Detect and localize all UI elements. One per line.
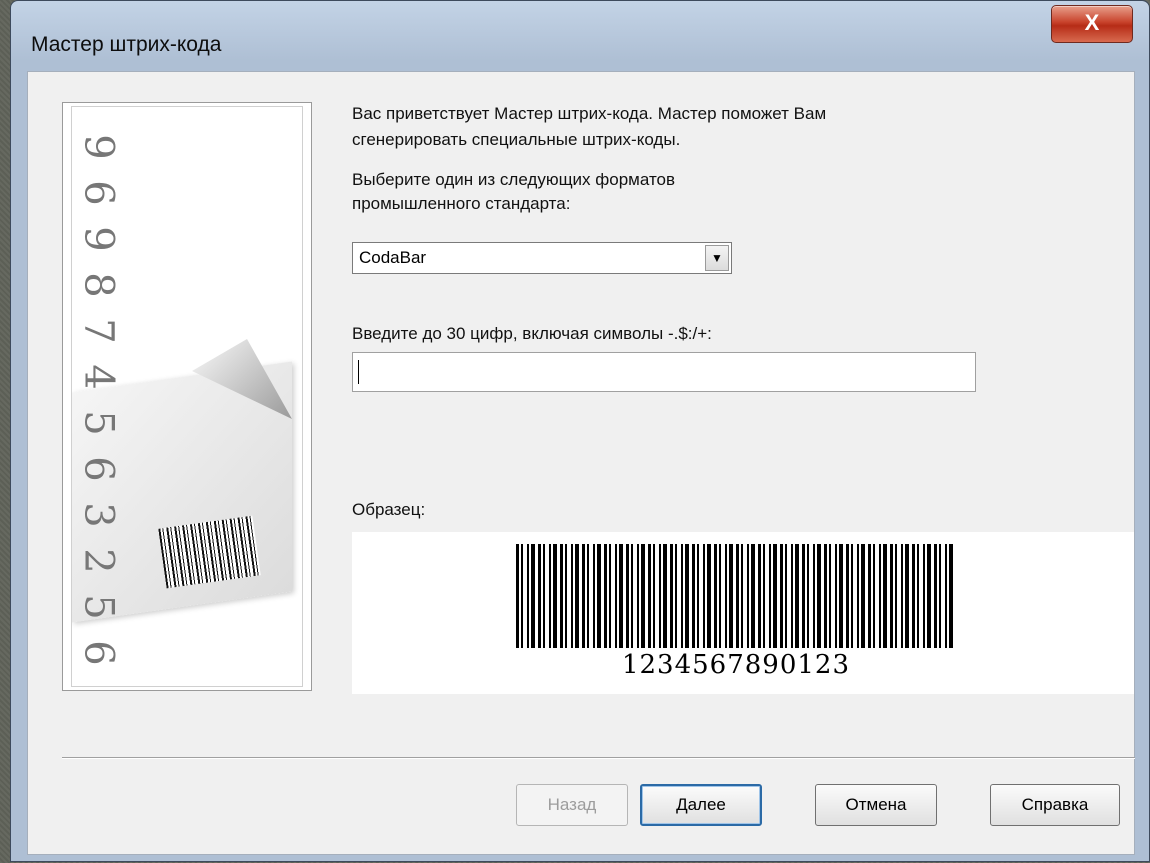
- decorative-digit: 5: [75, 410, 122, 436]
- button-separator: [62, 757, 1135, 759]
- next-button[interactable]: Далее: [640, 784, 762, 826]
- intro-line-1: Вас приветствует Мастер штрих-кода. Маст…: [352, 104, 827, 123]
- decorative-digit: 9: [75, 226, 122, 252]
- intro-line-4: промышленного стандарта:: [352, 194, 571, 213]
- intro-line-3: Выберите один из следующих форматов: [352, 170, 676, 189]
- intro-line-2: сгенерировать специальные штрих-коды.: [352, 130, 681, 149]
- side-image-frame: 9 6 9 8 7 4 5 6 3 2 5 6: [71, 106, 303, 687]
- back-button[interactable]: Назад: [516, 784, 628, 826]
- decorative-digit: 4: [75, 364, 122, 390]
- format-select-value: CodaBar: [359, 248, 427, 267]
- digits-prompt-label: Введите до 30 цифр, включая символы -.$:…: [352, 324, 712, 343]
- cancel-button[interactable]: Отмена: [815, 784, 937, 826]
- text-caret: [358, 360, 359, 384]
- decorative-digit: 9: [75, 134, 122, 160]
- sample-label: Образец:: [352, 500, 426, 519]
- decorative-digit: 7: [75, 318, 122, 344]
- title-bar[interactable]: Мастер штрих-кода X: [11, 1, 1149, 69]
- decorative-digit: 6: [75, 180, 122, 206]
- decorative-digit: 8: [75, 272, 122, 298]
- barcode-preview-number: 1234567890123: [621, 650, 851, 680]
- decorative-digit: 6: [75, 456, 122, 482]
- help-button[interactable]: Справка: [990, 784, 1120, 826]
- format-select[interactable]: CodaBar ▼: [352, 242, 732, 274]
- decorative-digit: 6: [75, 640, 122, 666]
- dropdown-arrow-icon[interactable]: ▼: [705, 245, 729, 271]
- decorative-digit: 3: [75, 502, 122, 528]
- close-button[interactable]: X: [1051, 5, 1133, 43]
- wizard-side-image: 9 6 9 8 7 4 5 6 3 2 5 6: [62, 102, 312, 691]
- digits-input[interactable]: [352, 352, 976, 392]
- dialog-title: Мастер штрих-кода: [31, 33, 222, 56]
- barcode-preview-bars: [516, 544, 956, 648]
- decorative-digit: 5: [75, 594, 122, 620]
- sample-preview: 1234567890123: [352, 532, 1134, 694]
- decorative-digit: 2: [75, 548, 122, 574]
- dialog-content: 9 6 9 8 7 4 5 6 3 2 5 6 Вас приветствует…: [27, 71, 1135, 855]
- barcode-wizard-dialog: Мастер штрих-кода X 9 6 9 8 7 4 5 6 3 2 …: [10, 0, 1150, 862]
